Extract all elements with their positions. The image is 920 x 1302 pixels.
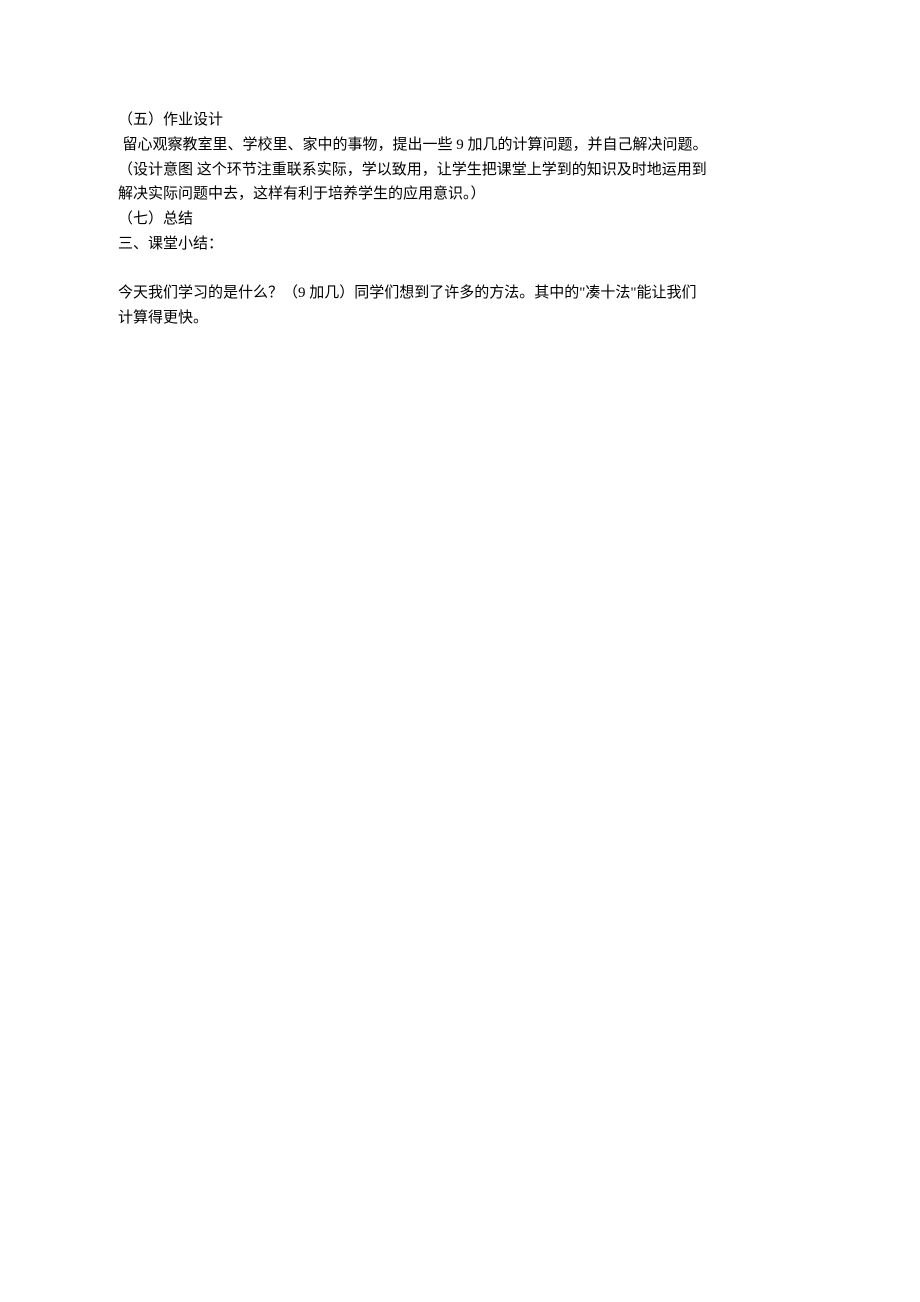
section-5-text-1: 留心观察教室里、学校里、家中的事物，提出一些 9 加几的计算问题，并自己解决问题… [118, 133, 802, 158]
blank-line [118, 257, 802, 282]
document-content: （五）作业设计 留心观察教室里、学校里、家中的事物，提出一些 9 加几的计算问题… [118, 108, 802, 331]
section-5-heading: （五）作业设计 [118, 108, 802, 133]
summary-text-2: 计算得更快。 [118, 306, 802, 331]
section-5-text-2: （设计意图 这个环节注重联系实际，学以致用，让学生把课堂上学到的知识及时地运用到 [118, 158, 802, 183]
summary-heading: 三、课堂小结： [118, 232, 802, 257]
section-7-heading: （七）总结 [118, 207, 802, 232]
section-5-text-3: 解决实际问题中去，这样有利于培养学生的应用意识。） [118, 182, 802, 207]
summary-text-1: 今天我们学习的是什么？（9 加几）同学们想到了许多的方法。其中的"凑十法"能让我… [118, 281, 802, 306]
